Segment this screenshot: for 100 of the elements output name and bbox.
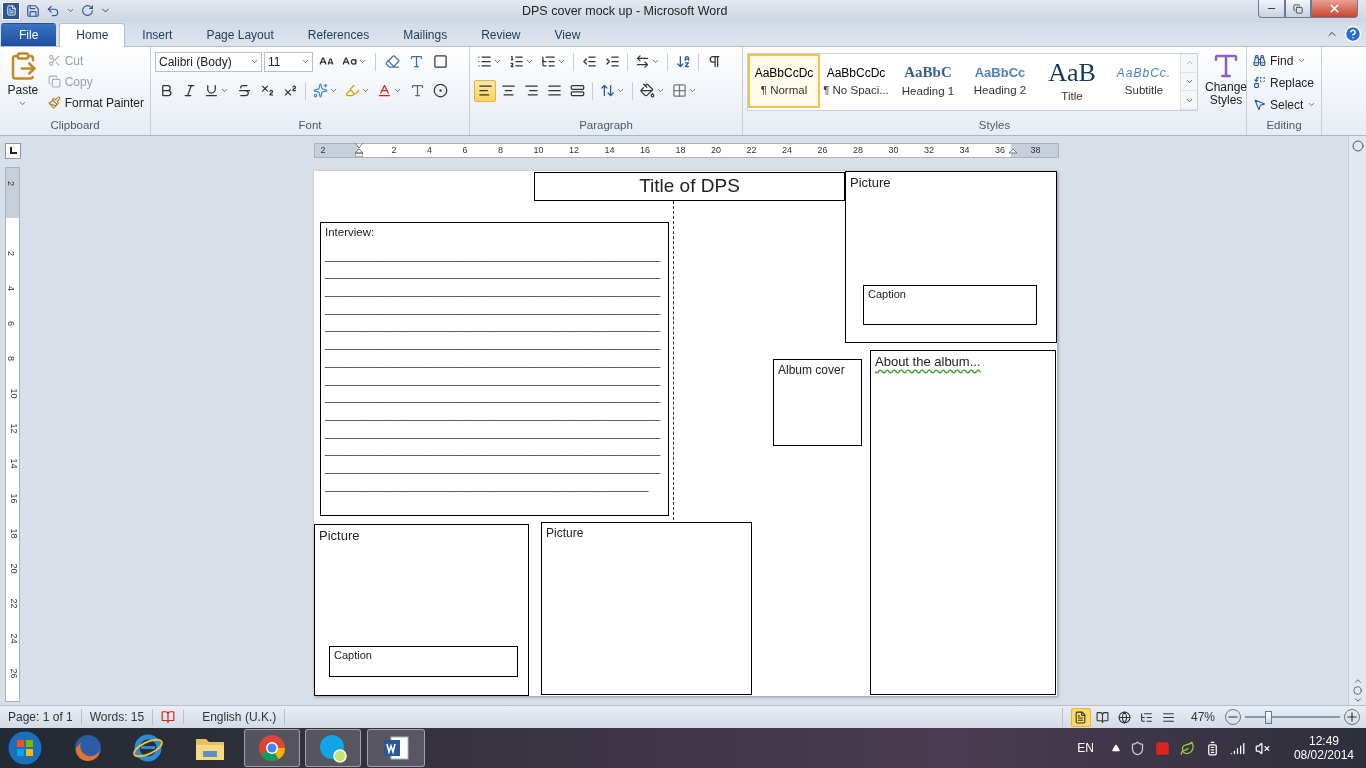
editing-action[interactable]: Find <box>1251 50 1319 71</box>
ruler-number: 38 <box>1030 145 1041 155</box>
close-button[interactable] <box>1311 0 1358 18</box>
leaf-icon[interactable] <box>1179 740 1195 756</box>
ribbon-tab[interactable]: Mailings <box>386 22 465 46</box>
view-button[interactable] <box>1070 707 1091 727</box>
style-option[interactable]: AaBbCcDc ¶ Normal <box>748 53 820 108</box>
box-label: Album cover <box>778 362 845 377</box>
ruler-number: 4 <box>427 145 432 155</box>
clipboard-action[interactable]: Format Painter <box>45 92 146 113</box>
style-option[interactable]: AaB Title <box>1036 53 1108 108</box>
style-preview: AaBbC <box>904 64 952 82</box>
minimize-button[interactable] <box>1258 0 1285 18</box>
lines-icon <box>1162 710 1176 724</box>
bullets-icon <box>477 54 492 70</box>
zoom-thumb[interactable] <box>1264 710 1272 724</box>
group-label: Paragraph <box>578 118 634 133</box>
taskbar-button[interactable] <box>244 729 300 768</box>
page-count[interactable]: Page: 1 of 1 <box>0 709 82 726</box>
start-button[interactable] <box>4 729 46 768</box>
align-left-button[interactable] <box>474 79 496 102</box>
ribbon-tab[interactable]: Insert <box>125 22 190 46</box>
language-status[interactable]: English (U.K.) <box>184 709 286 726</box>
ruler-number: 8 <box>498 145 503 155</box>
ruler-number: 18 <box>8 528 18 539</box>
tab-selector[interactable] <box>5 142 21 159</box>
style-preview: AaBbCcDc <box>826 65 886 80</box>
clock-date[interactable]: 08/02/2014 <box>1293 748 1354 763</box>
file-tab[interactable]: File <box>1 22 57 46</box>
chat-icon <box>318 733 348 764</box>
writing-line: __________________________________________________________ <box>325 320 662 335</box>
writing-line: ________________________________________________________ <box>325 479 650 494</box>
show-marks-icon <box>706 54 722 70</box>
shield-icon[interactable] <box>1129 740 1145 756</box>
ruler-number: 26 <box>817 145 828 155</box>
ribbon-tab[interactable]: References <box>290 22 387 46</box>
browser-icon <box>73 733 103 764</box>
increase-indent-icon <box>604 54 620 70</box>
proofing-icon[interactable] <box>161 710 176 725</box>
input-language[interactable]: EN <box>1077 741 1094 756</box>
caption-box: Caption <box>863 284 1037 325</box>
ruler-number: 28 <box>853 145 863 155</box>
zoom-level[interactable]: 47% <box>1190 710 1215 725</box>
taskbar-button[interactable] <box>367 729 425 768</box>
volume-muted-icon[interactable] <box>1254 740 1270 756</box>
indent-marker[interactable] <box>355 142 363 157</box>
writing-line: __________________________________________________________ <box>325 426 662 441</box>
style-option[interactable]: AaBbCc Heading 2 <box>964 53 1036 108</box>
ribbon-tab[interactable]: View <box>537 22 598 46</box>
ruler-number: 6 <box>6 320 15 326</box>
book-icon <box>1096 710 1110 724</box>
restore-button[interactable] <box>1285 0 1311 18</box>
show-hidden-icon[interactable] <box>1111 744 1120 753</box>
ruler-number: 16 <box>640 145 650 155</box>
writing-line: __________________________________________________________ <box>325 285 662 300</box>
ribbon-tab[interactable]: Review <box>464 22 538 46</box>
writing-line: __________________________________________________________ <box>325 302 662 317</box>
browse-object-icon[interactable] <box>1353 686 1362 696</box>
ribbon-tab[interactable]: Page Layout <box>189 22 291 46</box>
ribbon-tab[interactable]: Home <box>59 22 126 47</box>
word-count[interactable]: Words: 15 <box>81 709 154 726</box>
ruler-number: 4 <box>6 285 15 291</box>
editing-action[interactable]: Select <box>1251 94 1319 115</box>
replace-icon <box>1253 76 1266 90</box>
restore-icon <box>1293 3 1303 14</box>
save-icon[interactable] <box>26 3 40 18</box>
caption-box: Caption <box>329 645 518 677</box>
sort-icon <box>675 54 691 70</box>
app-logo-icon[interactable] <box>2 1 20 20</box>
editing-action[interactable]: Replace <box>1251 72 1319 93</box>
justify-icon <box>546 83 562 99</box>
style-option[interactable]: AaBbCcDc ¶ No Spaci... <box>820 53 892 108</box>
change-styles-button[interactable]: Change Styles <box>1202 50 1250 119</box>
outline-icon <box>1140 710 1154 724</box>
flag-icon <box>7 730 43 767</box>
writing-line: __________________________________________________________ <box>325 444 662 459</box>
style-option[interactable]: AaBbC Heading 1 <box>892 53 964 108</box>
zoom-slider[interactable] <box>1245 710 1340 724</box>
undo-icon[interactable] <box>46 3 60 18</box>
pointer-icon <box>1253 98 1266 112</box>
binoculars-icon <box>1253 54 1266 68</box>
style-name: Title <box>1061 89 1083 102</box>
ruler-number: 2 <box>6 250 15 256</box>
clock-time[interactable]: 12:49 <box>1308 734 1339 749</box>
help-icon[interactable] <box>1344 24 1362 43</box>
align-center-icon <box>500 83 516 99</box>
ruler-number: 32 <box>924 145 934 155</box>
redo-icon[interactable] <box>81 4 94 18</box>
group-label: Clipboard <box>49 118 101 133</box>
taskbar-button[interactable] <box>305 729 361 768</box>
font-size-select[interactable]: 11 <box>264 51 313 72</box>
ruler-number: 22 <box>8 598 18 609</box>
style-option[interactable]: AaBbCc. Subtitle <box>1108 53 1180 108</box>
ruler-number: 10 <box>533 145 544 155</box>
ruler-number: 10 <box>8 388 18 399</box>
font-family-select[interactable]: Calibri (Body) <box>155 51 262 72</box>
paste-button[interactable]: Paste <box>4 50 42 115</box>
style-preview: AaB <box>1048 59 1096 86</box>
underline-icon <box>204 83 219 99</box>
borders-icon <box>672 83 687 99</box>
